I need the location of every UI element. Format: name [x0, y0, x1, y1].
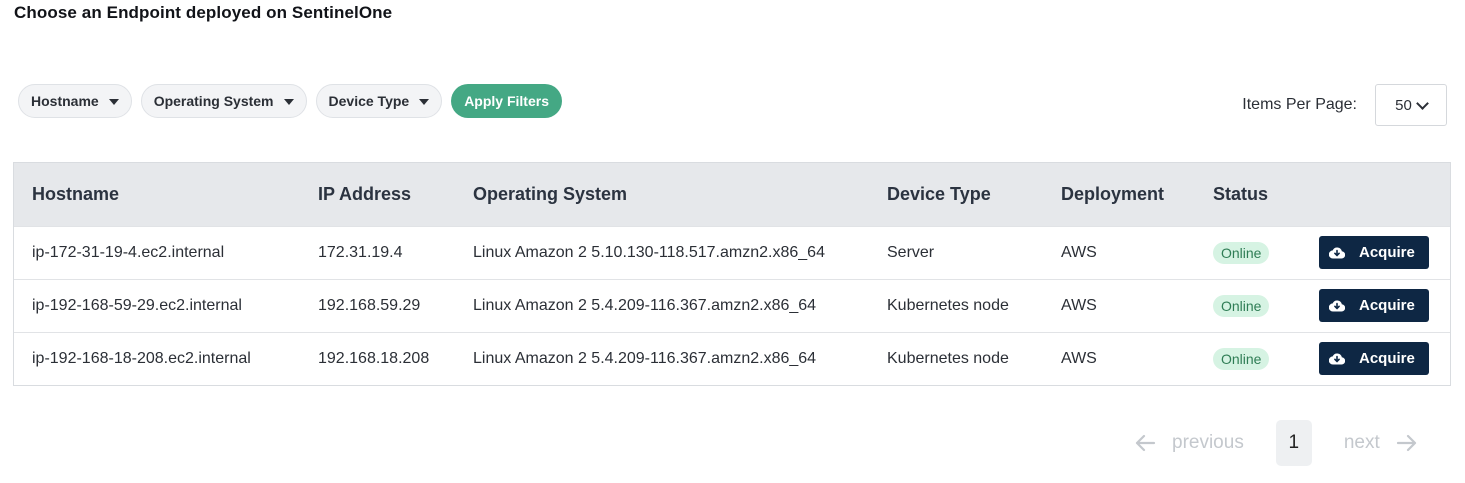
hostname-filter-label: Hostname — [31, 93, 99, 109]
cloud-download-icon — [1329, 300, 1345, 312]
operating-system-cell: Linux Amazon 2 5.10.130-118.517.amzn2.x8… — [473, 243, 825, 261]
acquire-button[interactable]: Acquire — [1319, 236, 1429, 269]
items-per-page-value: 50 — [1395, 96, 1412, 114]
device-type-cell: Kubernetes node — [887, 296, 1009, 314]
column-header-operating-system: Operating System — [473, 183, 628, 204]
device-type-cell: Server — [887, 243, 935, 261]
cloud-download-icon — [1329, 247, 1345, 259]
operating-system-filter-label: Operating System — [153, 93, 274, 109]
device-type-filter-label: Device Type — [328, 93, 410, 109]
next-label: next — [1343, 432, 1380, 453]
column-header-deployment: Deployment — [1061, 183, 1165, 204]
cloud-download-icon — [1329, 353, 1345, 365]
acquire-button[interactable]: Acquire — [1319, 289, 1429, 322]
action-cell: Acquire — [1301, 332, 1450, 385]
acquire-button[interactable]: Acquire — [1319, 342, 1429, 376]
arrow-left-icon — [1135, 434, 1156, 452]
items-per-page-select[interactable]: 50 — [1375, 84, 1447, 126]
filter-bar: Hostname Operating System Device Type Ap… — [18, 84, 562, 118]
status-badge: Online — [1213, 347, 1270, 370]
pagination: previous 1 next — [1134, 420, 1418, 466]
hostname-cell: ip-192-168-18-208.ec2.internal — [32, 349, 251, 367]
column-header-ip-address: IP Address — [318, 183, 412, 204]
column-header-status: Status — [1213, 183, 1269, 204]
status-cell: Online — [1195, 332, 1301, 385]
status-badge: Online — [1213, 241, 1270, 264]
deployment-cell: AWS — [1061, 349, 1097, 367]
deployment-cell: AWS — [1061, 296, 1097, 314]
action-cell: Acquire — [1301, 226, 1450, 279]
hostname-cell: ip-192-168-59-29.ec2.internal — [32, 296, 242, 314]
operating-system-filter[interactable]: Operating System — [140, 84, 307, 118]
ip-address-cell: 192.168.59.29 — [318, 296, 421, 314]
status-cell: Online — [1195, 226, 1301, 279]
caret-down-icon — [419, 98, 430, 105]
acquire-button-label: Acquire — [1359, 350, 1415, 368]
column-header-hostname: Hostname — [32, 183, 120, 204]
operating-system-cell: Linux Amazon 2 5.4.209-116.367.amzn2.x86… — [473, 349, 817, 367]
endpoints-table: Hostname IP Address Operating System Dev… — [13, 162, 1451, 386]
table-header-row: Hostname IP Address Operating System Dev… — [14, 163, 1450, 226]
acquire-button-label: Acquire — [1359, 244, 1415, 261]
action-cell: Acquire — [1301, 279, 1450, 332]
page-number-button[interactable]: 1 — [1275, 420, 1312, 466]
ip-address-cell: 172.31.19.4 — [318, 243, 403, 261]
page-title: Choose an Endpoint deployed on SentinelO… — [14, 3, 393, 22]
acquire-button-label: Acquire — [1359, 297, 1415, 314]
arrow-right-icon — [1396, 434, 1416, 452]
caret-down-icon — [283, 98, 294, 105]
ip-address-cell: 192.168.18.208 — [318, 349, 430, 367]
items-per-page: Items Per Page: 50 — [1242, 84, 1447, 126]
apply-filters-button[interactable]: Apply Filters — [451, 84, 562, 118]
next-page-button[interactable]: next — [1344, 432, 1418, 454]
device-type-cell: Kubernetes node — [887, 349, 1009, 367]
column-header-action — [1301, 163, 1450, 226]
caret-down-icon — [108, 98, 119, 105]
chevron-down-icon — [1415, 96, 1429, 110]
device-type-filter[interactable]: Device Type — [315, 84, 443, 118]
deployment-cell: AWS — [1061, 243, 1097, 261]
items-per-page-label: Items Per Page: — [1242, 96, 1357, 113]
status-badge: Online — [1213, 294, 1270, 317]
table-row: ip-172-31-19-4.ec2.internal 172.31.19.4 … — [14, 226, 1450, 279]
hostname-filter[interactable]: Hostname — [18, 84, 132, 118]
operating-system-cell: Linux Amazon 2 5.4.209-116.367.amzn2.x86… — [473, 296, 817, 314]
table-row: ip-192-168-59-29.ec2.internal 192.168.59… — [14, 279, 1450, 332]
table-row: ip-192-168-18-208.ec2.internal 192.168.1… — [14, 332, 1450, 385]
column-header-device-type: Device Type — [887, 183, 991, 204]
previous-label: previous — [1172, 432, 1244, 453]
previous-page-button[interactable]: previous — [1134, 432, 1244, 454]
hostname-cell: ip-172-31-19-4.ec2.internal — [32, 243, 225, 261]
status-cell: Online — [1195, 279, 1301, 332]
